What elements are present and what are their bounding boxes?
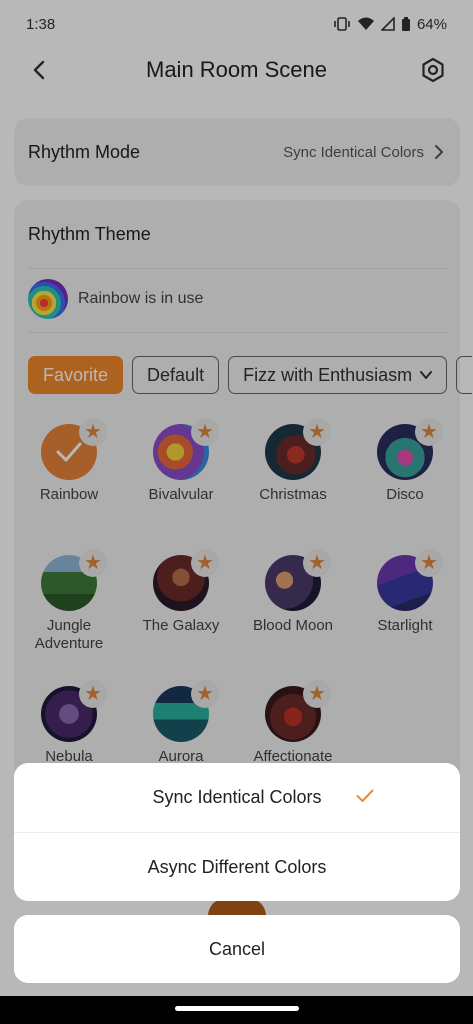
system-nav-bar xyxy=(0,996,473,1024)
check-icon xyxy=(356,789,374,802)
home-handle[interactable] xyxy=(175,1006,299,1011)
option-async-different-colors[interactable]: Async Different Colors xyxy=(14,832,460,901)
option-label: Sync Identical Colors xyxy=(152,787,322,807)
rhythm-mode-sheet: Sync Identical Colors Async Different Co… xyxy=(14,763,460,901)
option-sync-identical-colors[interactable]: Sync Identical Colors xyxy=(14,763,460,832)
option-label: Async Different Colors xyxy=(147,856,327,877)
cancel-button[interactable]: Cancel xyxy=(14,915,460,983)
